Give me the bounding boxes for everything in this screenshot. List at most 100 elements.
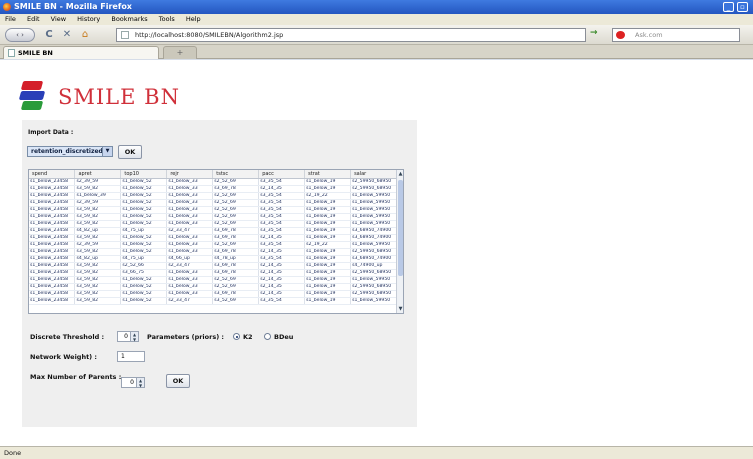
table-cell: s1_below_19 bbox=[304, 185, 352, 193]
table-cell: s2_33_47 bbox=[166, 297, 214, 305]
table-cell: s3_35_54 bbox=[258, 178, 306, 186]
table-cell: s3_52_69 bbox=[212, 297, 260, 305]
dataset-select[interactable]: retention_discretized ▼ bbox=[27, 146, 113, 157]
table-row[interactable]: s1_below_23458 s3_59_82 s1_below_52 s1_belo… bbox=[29, 206, 397, 214]
menu-history[interactable]: History bbox=[77, 15, 100, 23]
menu-view[interactable]: View bbox=[51, 15, 66, 23]
table-cell: s1_below_23458 bbox=[29, 199, 76, 207]
table-row[interactable]: s1_below_23458 s3_59_82 s3_66_75 s1_below_3… bbox=[29, 269, 397, 277]
max-parents-stepper[interactable]: ▲ ▼ bbox=[137, 377, 145, 388]
menu-help[interactable]: Help bbox=[186, 15, 201, 23]
table-cell: s1_below_19 bbox=[304, 234, 352, 242]
smile-logo-icon bbox=[18, 81, 50, 111]
table-row[interactable]: s1_below_23458 s2_39_59 s1_below_52 s1_belo… bbox=[29, 199, 397, 207]
table-cell: s2_52_69 bbox=[212, 283, 260, 291]
table-cell: s2_14_35 bbox=[258, 290, 306, 298]
table-row[interactable]: s1_below_23458 s3_59_82 s1_below_52 s1_belo… bbox=[29, 213, 397, 221]
discrete-threshold-stepper[interactable]: ▲ ▼ bbox=[131, 331, 139, 342]
column-header-pacc[interactable]: pacc bbox=[258, 170, 306, 179]
maximize-button[interactable]: ▫ bbox=[737, 2, 748, 12]
vertical-scrollbar[interactable]: ▲ ▼ bbox=[396, 170, 403, 313]
column-header-spend[interactable]: spend bbox=[29, 170, 76, 179]
table-cell: s1_below_33 bbox=[166, 269, 214, 277]
network-weight-input[interactable]: 1 bbox=[117, 351, 145, 362]
table-cell: s1_below_23458 bbox=[29, 297, 76, 305]
title-bar: SMILE BN - Mozilla Firefox _ ▫ bbox=[0, 0, 753, 14]
table-cell: s3_69_78 bbox=[212, 227, 260, 235]
table-cell: s3_59_82 bbox=[74, 276, 122, 284]
scrollbar-thumb[interactable] bbox=[398, 180, 403, 276]
table-row[interactable]: s1_below_23458 s3_59_82 s1_below_52 s1_belo… bbox=[29, 234, 397, 242]
table-cell: s3_35_54 bbox=[258, 241, 306, 249]
data-table-container: spend apret top10 rejr tstsc pacc strat salar s… bbox=[28, 169, 404, 314]
table-cell: s2_52_69 bbox=[212, 213, 260, 221]
table-row[interactable]: s1_below_23458 s4_82_up s4_75_up s2_33_47 s3… bbox=[29, 227, 397, 235]
go-arrow-icon[interactable]: → bbox=[590, 28, 598, 38]
table-row[interactable]: s1_below_23458 s3_59_82 s1_below_52 s2_33_4… bbox=[29, 297, 397, 305]
table-cell: s1_below_23458 bbox=[29, 248, 76, 256]
table-cell: s1_below_23458 bbox=[29, 234, 76, 242]
reload-icon[interactable]: C bbox=[42, 27, 56, 43]
table-row[interactable]: s1_below_23458 s3_59_82 s1_below_52 s1_belo… bbox=[29, 248, 397, 256]
url-bar[interactable]: http://localhost:8080/SMILEBN/Algorithm2… bbox=[116, 28, 586, 42]
page-title: SMILE BN bbox=[58, 85, 180, 109]
import-data-label: Import Data : bbox=[28, 129, 74, 136]
table-cell: s1_below_19 bbox=[304, 248, 352, 256]
table-row[interactable]: s1_below_23458 s3_59_82 s1_below_52 s1_belo… bbox=[29, 290, 397, 298]
menu-tools[interactable]: Tools bbox=[159, 15, 175, 23]
home-icon[interactable]: ⌂ bbox=[78, 27, 92, 43]
menu-file[interactable]: File bbox=[5, 15, 16, 23]
minimize-button[interactable]: _ bbox=[723, 2, 734, 12]
table-cell: s1_below_52 bbox=[120, 206, 168, 214]
table-row[interactable]: s1_below_23458 s2_39_59 s1_below_52 s1_belo… bbox=[29, 241, 397, 249]
column-header-salar[interactable]: salar bbox=[350, 170, 397, 179]
table-cell: s1_below_19 bbox=[304, 199, 352, 207]
table-cell: s3_59_82 bbox=[74, 269, 122, 277]
table-cell: s1_below_39 bbox=[74, 192, 122, 200]
menu-edit[interactable]: Edit bbox=[27, 15, 40, 23]
table-row[interactable]: s1_below_23458 s3_59_82 s1_below_52 s1_belo… bbox=[29, 185, 397, 193]
table-cell: s1_below_19 bbox=[304, 213, 352, 221]
table-cell: s2_52_69 bbox=[212, 220, 260, 228]
table-cell: s2_59950_68950 bbox=[350, 248, 397, 256]
scroll-down-icon[interactable]: ▼ bbox=[397, 305, 403, 313]
back-forward-button[interactable]: ‹ › bbox=[5, 28, 35, 42]
table-row[interactable]: s1_below_23458 s3_59_82 s1_below_52 s1_belo… bbox=[29, 220, 397, 228]
stop-icon[interactable]: ✕ bbox=[60, 27, 74, 43]
column-header-apret[interactable]: apret bbox=[74, 170, 122, 179]
table-row[interactable]: s1_below_23458 s2_39_59 s1_below_52 s1_belo… bbox=[29, 178, 397, 186]
new-tab-button[interactable]: + bbox=[163, 46, 197, 59]
table-cell: s2_39_59 bbox=[74, 241, 122, 249]
column-header-rejr[interactable]: rejr bbox=[166, 170, 214, 179]
table-cell: s3_59_82 bbox=[74, 297, 122, 305]
table-row[interactable]: s1_below_23458 s3_59_82 s1_below_52 s1_belo… bbox=[29, 283, 397, 291]
tab-smile-bn[interactable]: SMILE BN bbox=[3, 46, 159, 59]
column-header-strat[interactable]: strat bbox=[304, 170, 352, 179]
table-cell: s1_below_59950 bbox=[350, 220, 397, 228]
chevron-down-icon[interactable]: ▼ bbox=[102, 147, 112, 156]
column-header-top10[interactable]: top10 bbox=[120, 170, 168, 179]
max-parents-input[interactable]: 0 bbox=[121, 377, 137, 388]
table-row[interactable]: s1_below_23458 s3_59_82 s2_52_66 s2_33_47 s3… bbox=[29, 262, 397, 270]
menu-bookmarks[interactable]: Bookmarks bbox=[111, 15, 147, 23]
parameters-label: Parameters (priors) : bbox=[147, 333, 225, 341]
table-cell: s1_below_52 bbox=[120, 234, 168, 242]
table-cell: s2_39_59 bbox=[74, 178, 122, 186]
table-row[interactable]: s1_below_23458 s3_59_82 s1_below_52 s1_belo… bbox=[29, 276, 397, 284]
table-cell: s3_66_75 bbox=[120, 269, 168, 277]
search-engine-icon[interactable] bbox=[616, 31, 625, 39]
column-header-tstsc[interactable]: tstsc bbox=[212, 170, 260, 179]
search-input[interactable]: Ask.com bbox=[612, 28, 740, 42]
k2-radio[interactable] bbox=[233, 333, 240, 340]
scroll-up-icon[interactable]: ▲ bbox=[397, 170, 403, 178]
table-cell: s3_69_78 bbox=[212, 234, 260, 242]
discrete-threshold-input[interactable]: 0 bbox=[117, 331, 131, 342]
table-cell: s1_below_52 bbox=[120, 185, 168, 193]
table-cell: s1_below_33 bbox=[166, 213, 214, 221]
bdeu-radio[interactable] bbox=[264, 333, 271, 340]
table-row[interactable]: s1_below_23458 s1_below_39 s1_below_52 s1_b… bbox=[29, 192, 397, 200]
table-row[interactable]: s1_below_23458 s4_82_up s4_75_up s4_66_up s4… bbox=[29, 255, 397, 263]
import-ok-button[interactable]: OK bbox=[118, 145, 142, 159]
max-parents-label: Max Number of Parents : bbox=[30, 373, 122, 381]
run-ok-button[interactable]: OK bbox=[166, 374, 190, 388]
